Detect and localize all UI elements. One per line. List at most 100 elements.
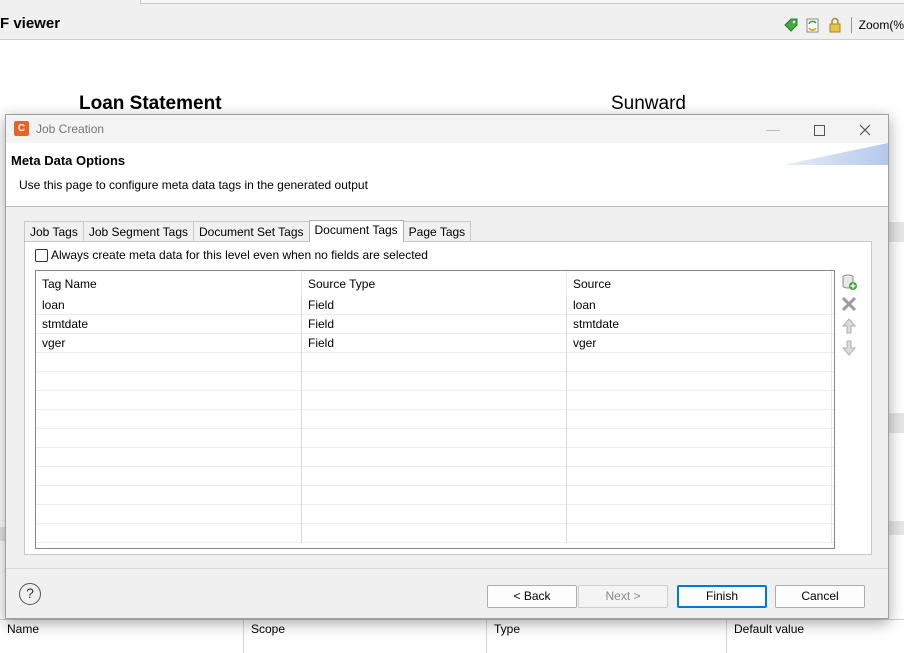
dialog-titlebar[interactable]: C Job Creation — bbox=[6, 115, 888, 143]
table-row[interactable]: stmtdate Field stmtdate bbox=[36, 315, 834, 334]
source-cell: loan bbox=[567, 296, 832, 315]
empty-cell bbox=[36, 486, 302, 505]
table-row[interactable]: loan Field loan bbox=[36, 296, 834, 315]
meta-tags-table: Tag Name Source Type Source loan Field l… bbox=[35, 270, 835, 549]
source-type-cell: Field bbox=[302, 315, 567, 334]
document-tags-panel: Always create meta data for this level e… bbox=[24, 241, 872, 555]
table-row-empty[interactable] bbox=[36, 486, 834, 505]
table-row-empty[interactable] bbox=[36, 429, 834, 448]
always-create-label[interactable]: Always create meta data for this level e… bbox=[51, 248, 428, 262]
table-row-empty[interactable] bbox=[36, 410, 834, 429]
empty-cell bbox=[302, 467, 567, 486]
tab-document-tags[interactable]: Document Tags bbox=[308, 220, 404, 242]
always-create-checkbox[interactable] bbox=[35, 248, 48, 262]
empty-cell bbox=[567, 372, 832, 391]
empty-cell bbox=[567, 429, 832, 448]
add-tag-icon[interactable] bbox=[840, 273, 858, 291]
empty-cell bbox=[567, 410, 832, 429]
source-cell: stmtdate bbox=[567, 315, 832, 334]
empty-cell bbox=[567, 448, 832, 467]
job-creation-dialog: C Job Creation — Meta Data Options Use t… bbox=[5, 114, 889, 619]
column-header-name[interactable]: Name bbox=[0, 620, 243, 653]
empty-cell bbox=[302, 353, 567, 372]
empty-cell bbox=[36, 353, 302, 372]
move-down-icon[interactable] bbox=[840, 339, 858, 357]
empty-cell bbox=[36, 505, 302, 524]
page-banner: Meta Data Options Use this page to confi… bbox=[6, 143, 888, 207]
empty-cell bbox=[302, 372, 567, 391]
empty-cell bbox=[302, 524, 567, 543]
background-side-band bbox=[888, 413, 904, 433]
dialog-footer: ? < Back Next > Finish Cancel bbox=[6, 568, 888, 618]
tag-name-cell: stmtdate bbox=[36, 315, 302, 334]
empty-cell bbox=[567, 353, 832, 372]
source-type-cell: Field bbox=[302, 334, 567, 353]
lock-icon[interactable] bbox=[826, 16, 844, 34]
tab-job-tags[interactable]: Job Tags bbox=[24, 221, 84, 242]
empty-cell bbox=[302, 505, 567, 524]
dialog-title: Job Creation bbox=[36, 122, 105, 136]
next-button[interactable]: Next > bbox=[578, 585, 668, 608]
empty-cell bbox=[567, 391, 832, 410]
tab-page-tags[interactable]: Page Tags bbox=[402, 221, 472, 242]
empty-cell bbox=[567, 524, 832, 543]
viewer-title: F viewer bbox=[0, 15, 61, 32]
empty-cell bbox=[567, 486, 832, 505]
table-row-empty[interactable] bbox=[36, 448, 834, 467]
empty-cell bbox=[567, 467, 832, 486]
page-description: Use this page to configure meta data tag… bbox=[19, 178, 368, 192]
table-header: Tag Name Source Type Source bbox=[36, 271, 834, 296]
finish-button[interactable]: Finish bbox=[677, 585, 767, 608]
close-button[interactable] bbox=[842, 115, 888, 143]
tab-strip: Job Tags Job Segment Tags Document Set T… bbox=[24, 220, 472, 242]
empty-cell bbox=[36, 410, 302, 429]
source-cell: vger bbox=[567, 334, 832, 353]
zoom-label[interactable]: Zoom(% bbox=[859, 18, 904, 32]
table-row-empty[interactable] bbox=[36, 467, 834, 486]
empty-cell bbox=[302, 448, 567, 467]
document-company: Sunward bbox=[611, 93, 686, 114]
viewer-toolbar: Zoom(% bbox=[782, 16, 904, 34]
always-create-row: Always create meta data for this level e… bbox=[35, 248, 428, 262]
column-header-tag-name[interactable]: Tag Name bbox=[36, 271, 302, 296]
column-header-source[interactable]: Source bbox=[567, 271, 832, 296]
empty-cell bbox=[36, 372, 302, 391]
move-up-icon[interactable] bbox=[840, 317, 858, 335]
column-header-scope[interactable]: Scope bbox=[243, 620, 486, 653]
banner-decoration bbox=[783, 143, 888, 165]
viewer-header: F viewer Zoom(% bbox=[0, 6, 904, 40]
app-logo-icon: C bbox=[14, 121, 29, 136]
tab-document-set-tags[interactable]: Document Set Tags bbox=[193, 221, 310, 242]
refresh-document-icon[interactable] bbox=[804, 16, 822, 34]
cancel-button[interactable]: Cancel bbox=[775, 585, 865, 608]
column-header-source-type[interactable]: Source Type bbox=[302, 271, 567, 296]
column-header-type[interactable]: Type bbox=[486, 620, 726, 653]
empty-cell bbox=[36, 467, 302, 486]
table-row[interactable]: vger Field vger bbox=[36, 334, 834, 353]
table-row-empty[interactable] bbox=[36, 353, 834, 372]
tag-name-cell: vger bbox=[36, 334, 302, 353]
background-tab-line bbox=[140, 0, 904, 4]
empty-cell bbox=[36, 524, 302, 543]
table-row-empty[interactable] bbox=[36, 391, 834, 410]
column-header-default-value[interactable]: Default value bbox=[726, 620, 904, 653]
toolbar-separator bbox=[850, 17, 852, 33]
delete-tag-icon[interactable] bbox=[840, 295, 858, 313]
maximize-button[interactable] bbox=[796, 115, 842, 143]
empty-cell bbox=[302, 391, 567, 410]
help-icon[interactable]: ? bbox=[19, 583, 41, 605]
source-type-cell: Field bbox=[302, 296, 567, 315]
empty-cell bbox=[36, 391, 302, 410]
table-row-empty[interactable] bbox=[36, 524, 834, 543]
empty-cell bbox=[36, 448, 302, 467]
maximize-icon bbox=[813, 124, 825, 136]
back-button[interactable]: < Back bbox=[487, 585, 577, 608]
close-icon bbox=[859, 124, 871, 136]
page-title: Meta Data Options bbox=[11, 153, 126, 168]
tab-job-segment-tags[interactable]: Job Segment Tags bbox=[82, 221, 194, 242]
tag-icon[interactable] bbox=[782, 16, 800, 34]
minimize-button[interactable]: — bbox=[750, 115, 796, 143]
empty-cell bbox=[567, 505, 832, 524]
table-row-empty[interactable] bbox=[36, 372, 834, 391]
table-row-empty[interactable] bbox=[36, 505, 834, 524]
